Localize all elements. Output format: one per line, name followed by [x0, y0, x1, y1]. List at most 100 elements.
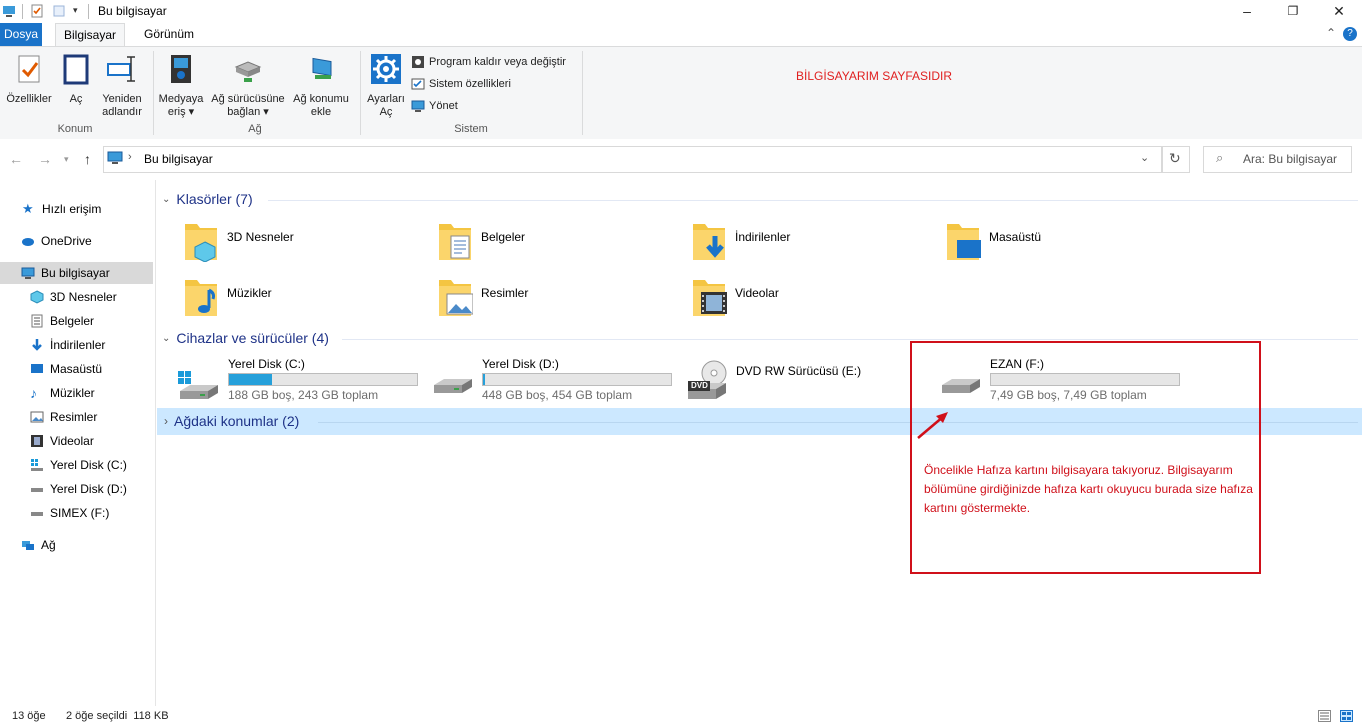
section-divider [342, 339, 1358, 340]
network-icon [22, 541, 34, 550]
properties-qa-icon[interactable] [30, 4, 44, 18]
sidebar-item-drive-d[interactable]: Yerel Disk (D:) [0, 478, 153, 500]
music-note-icon: ♪ [30, 385, 37, 401]
folder-documents[interactable]: Belgeler [437, 220, 525, 266]
folder-music[interactable]: Müzikler [183, 276, 272, 322]
section-header-devices[interactable]: ⌄ Cihazlar ve sürücüler (4) [162, 330, 329, 346]
item-count: 13 öğe [12, 710, 46, 722]
minimize-button[interactable]: – [1224, 0, 1270, 23]
desktop-icon [31, 364, 43, 373]
sidebar-item-drive-f[interactable]: SIMEX (F:) [0, 502, 153, 524]
sidebar-item-label: Resimler [50, 410, 98, 424]
media-access-button[interactable]: Medyaya eriş ▾ [156, 53, 206, 119]
folder-downloads[interactable]: İndirilenler [691, 220, 790, 266]
open-button[interactable]: Aç [58, 53, 94, 106]
media-label-1: Medyaya [158, 93, 204, 105]
close-button[interactable]: ✕ [1316, 0, 1362, 23]
tab-view[interactable]: Görünüm [136, 23, 202, 46]
sidebar-item-pictures[interactable]: Resimler [0, 406, 153, 428]
properties-button[interactable]: Özellikler [4, 53, 54, 106]
details-view-icon[interactable] [1318, 710, 1331, 722]
properties-label: Özellikler [6, 93, 52, 105]
folder-name: İndirilenler [735, 230, 791, 244]
group-label-system: Sistem [454, 123, 488, 135]
sidebar-item-desktop[interactable]: Masaüstü [0, 358, 153, 380]
group-label-network: Ağ [248, 123, 262, 135]
folder-3d-objects[interactable]: 3D Nesneler [183, 220, 294, 266]
ribbon-collapse-icon[interactable]: ⌃ [1326, 26, 1336, 40]
manage-icon [411, 100, 425, 112]
gear-icon [371, 54, 401, 84]
drive-icon [31, 512, 43, 516]
drive-d[interactable]: Yerel Disk (D:) 448 GB boş, 454 GB topla… [430, 357, 672, 405]
system-properties-button[interactable]: Sistem özellikleri [411, 77, 511, 91]
manage-button[interactable]: Yönet [411, 99, 458, 113]
maximize-button[interactable]: ❐ [1270, 0, 1316, 23]
rename-label-2: adlandır [102, 106, 142, 118]
folder-3d-objects-icon [185, 224, 217, 262]
sidebar-item-label: Müzikler [50, 386, 95, 400]
breadcrumb-chevron-icon[interactable]: › [128, 151, 132, 163]
chevron-down-icon: ▾ [185, 106, 195, 118]
group-label-location: Konum [57, 123, 93, 135]
sidebar-item-label: İndirilenler [50, 338, 106, 352]
up-arrow-icon[interactable]: ↑ [84, 151, 91, 167]
sidebar-item-label: Hızlı erişim [42, 202, 102, 216]
rename-button[interactable]: Yeniden adlandır [97, 53, 147, 119]
folder-name: Resimler [481, 286, 529, 300]
uninstall-program-button[interactable]: Program kaldır veya değiştir [411, 55, 566, 69]
rename-label-1: Yeniden [102, 93, 142, 105]
sidebar-item-drive-c[interactable]: Yerel Disk (C:) [0, 454, 153, 476]
large-icons-view-icon[interactable] [1340, 710, 1353, 722]
sidebar-item-music[interactable]: ♪ Müzikler [0, 382, 153, 404]
section-divider [268, 200, 1358, 201]
tab-file[interactable]: Dosya [0, 23, 42, 46]
folder-pictures[interactable]: Resimler [437, 276, 528, 322]
sidebar-item-downloads[interactable]: İndirilenler [0, 334, 153, 356]
selection-info: 2 öğe seçildi 118 KB [66, 710, 169, 722]
folder-desktop[interactable]: Masaüstü [945, 220, 1041, 266]
open-settings-button[interactable]: Ayarları Aç [364, 53, 408, 119]
sidebar-item-this-pc[interactable]: Bu bilgisayar [0, 262, 153, 284]
quick-access-dropdown-icon[interactable]: ▾ [73, 5, 78, 16]
recent-locations-chevron-icon[interactable]: ▾ [64, 154, 69, 165]
sidebar-item-network[interactable]: Ağ [0, 534, 153, 556]
drive-usage-fill [483, 374, 485, 385]
sidebar-item-onedrive[interactable]: OneDrive [0, 230, 153, 252]
sidebar-item-label: Belgeler [50, 314, 95, 328]
sidebar-item-3d-objects[interactable]: 3D Nesneler [0, 286, 153, 308]
sidebar-item-label: 3D Nesneler [50, 290, 117, 304]
map-label-2-text: bağlan [227, 106, 261, 118]
breadcrumb[interactable]: Bu bilgisayar [144, 152, 213, 166]
drive-c[interactable]: Yerel Disk (C:) 188 GB boş, 243 GB topla… [176, 357, 418, 405]
help-icon[interactable]: ? [1343, 27, 1357, 41]
map-network-drive-button[interactable]: Ağ sürücüsüne bağlan ▾ [207, 53, 289, 119]
star-icon: ★ [22, 201, 34, 216]
forward-arrow-icon[interactable]: → [38, 151, 52, 167]
address-bar[interactable] [103, 146, 1162, 173]
network-location-icon [312, 57, 332, 79]
address-dropdown-icon[interactable]: ⌄ [1140, 151, 1149, 164]
new-folder-qa-icon[interactable] [52, 4, 66, 18]
section-header-folders[interactable]: ⌄ Klasörler (7) [162, 191, 253, 207]
section-header-network[interactable]: › Ağdaki konumlar (2) [164, 413, 299, 429]
drive-space-text: 448 GB boş, 454 GB toplam [482, 388, 633, 402]
system-drive-icon [178, 371, 218, 399]
add-network-location-button[interactable]: Ağ konumu ekle [290, 53, 352, 119]
sidebar-item-documents[interactable]: Belgeler [0, 310, 153, 332]
system-properties-label: Sistem özellikleri [429, 78, 511, 90]
drive-e-dvd[interactable]: DVD DVD RW Sürücüsü (E:) [684, 357, 884, 405]
section-title: Klasörler (7) [176, 191, 253, 207]
sidebar-item-quick-access[interactable]: ★ Hızlı erişim [0, 198, 153, 220]
picture-icon [30, 411, 44, 423]
computer-icon [21, 267, 35, 279]
annotation-arrow-icon [917, 412, 948, 439]
folder-videos[interactable]: Videolar [691, 276, 779, 322]
back-arrow-icon[interactable]: ← [9, 151, 23, 167]
drive-name: Yerel Disk (D:) [482, 357, 559, 371]
folder-documents-icon [439, 224, 471, 260]
sidebar-item-videos[interactable]: Videolar [0, 430, 153, 452]
tab-computer[interactable]: Bilgisayar [55, 23, 126, 47]
drive-icon [31, 488, 43, 492]
media-label-2: eriş ▾ [156, 106, 206, 119]
